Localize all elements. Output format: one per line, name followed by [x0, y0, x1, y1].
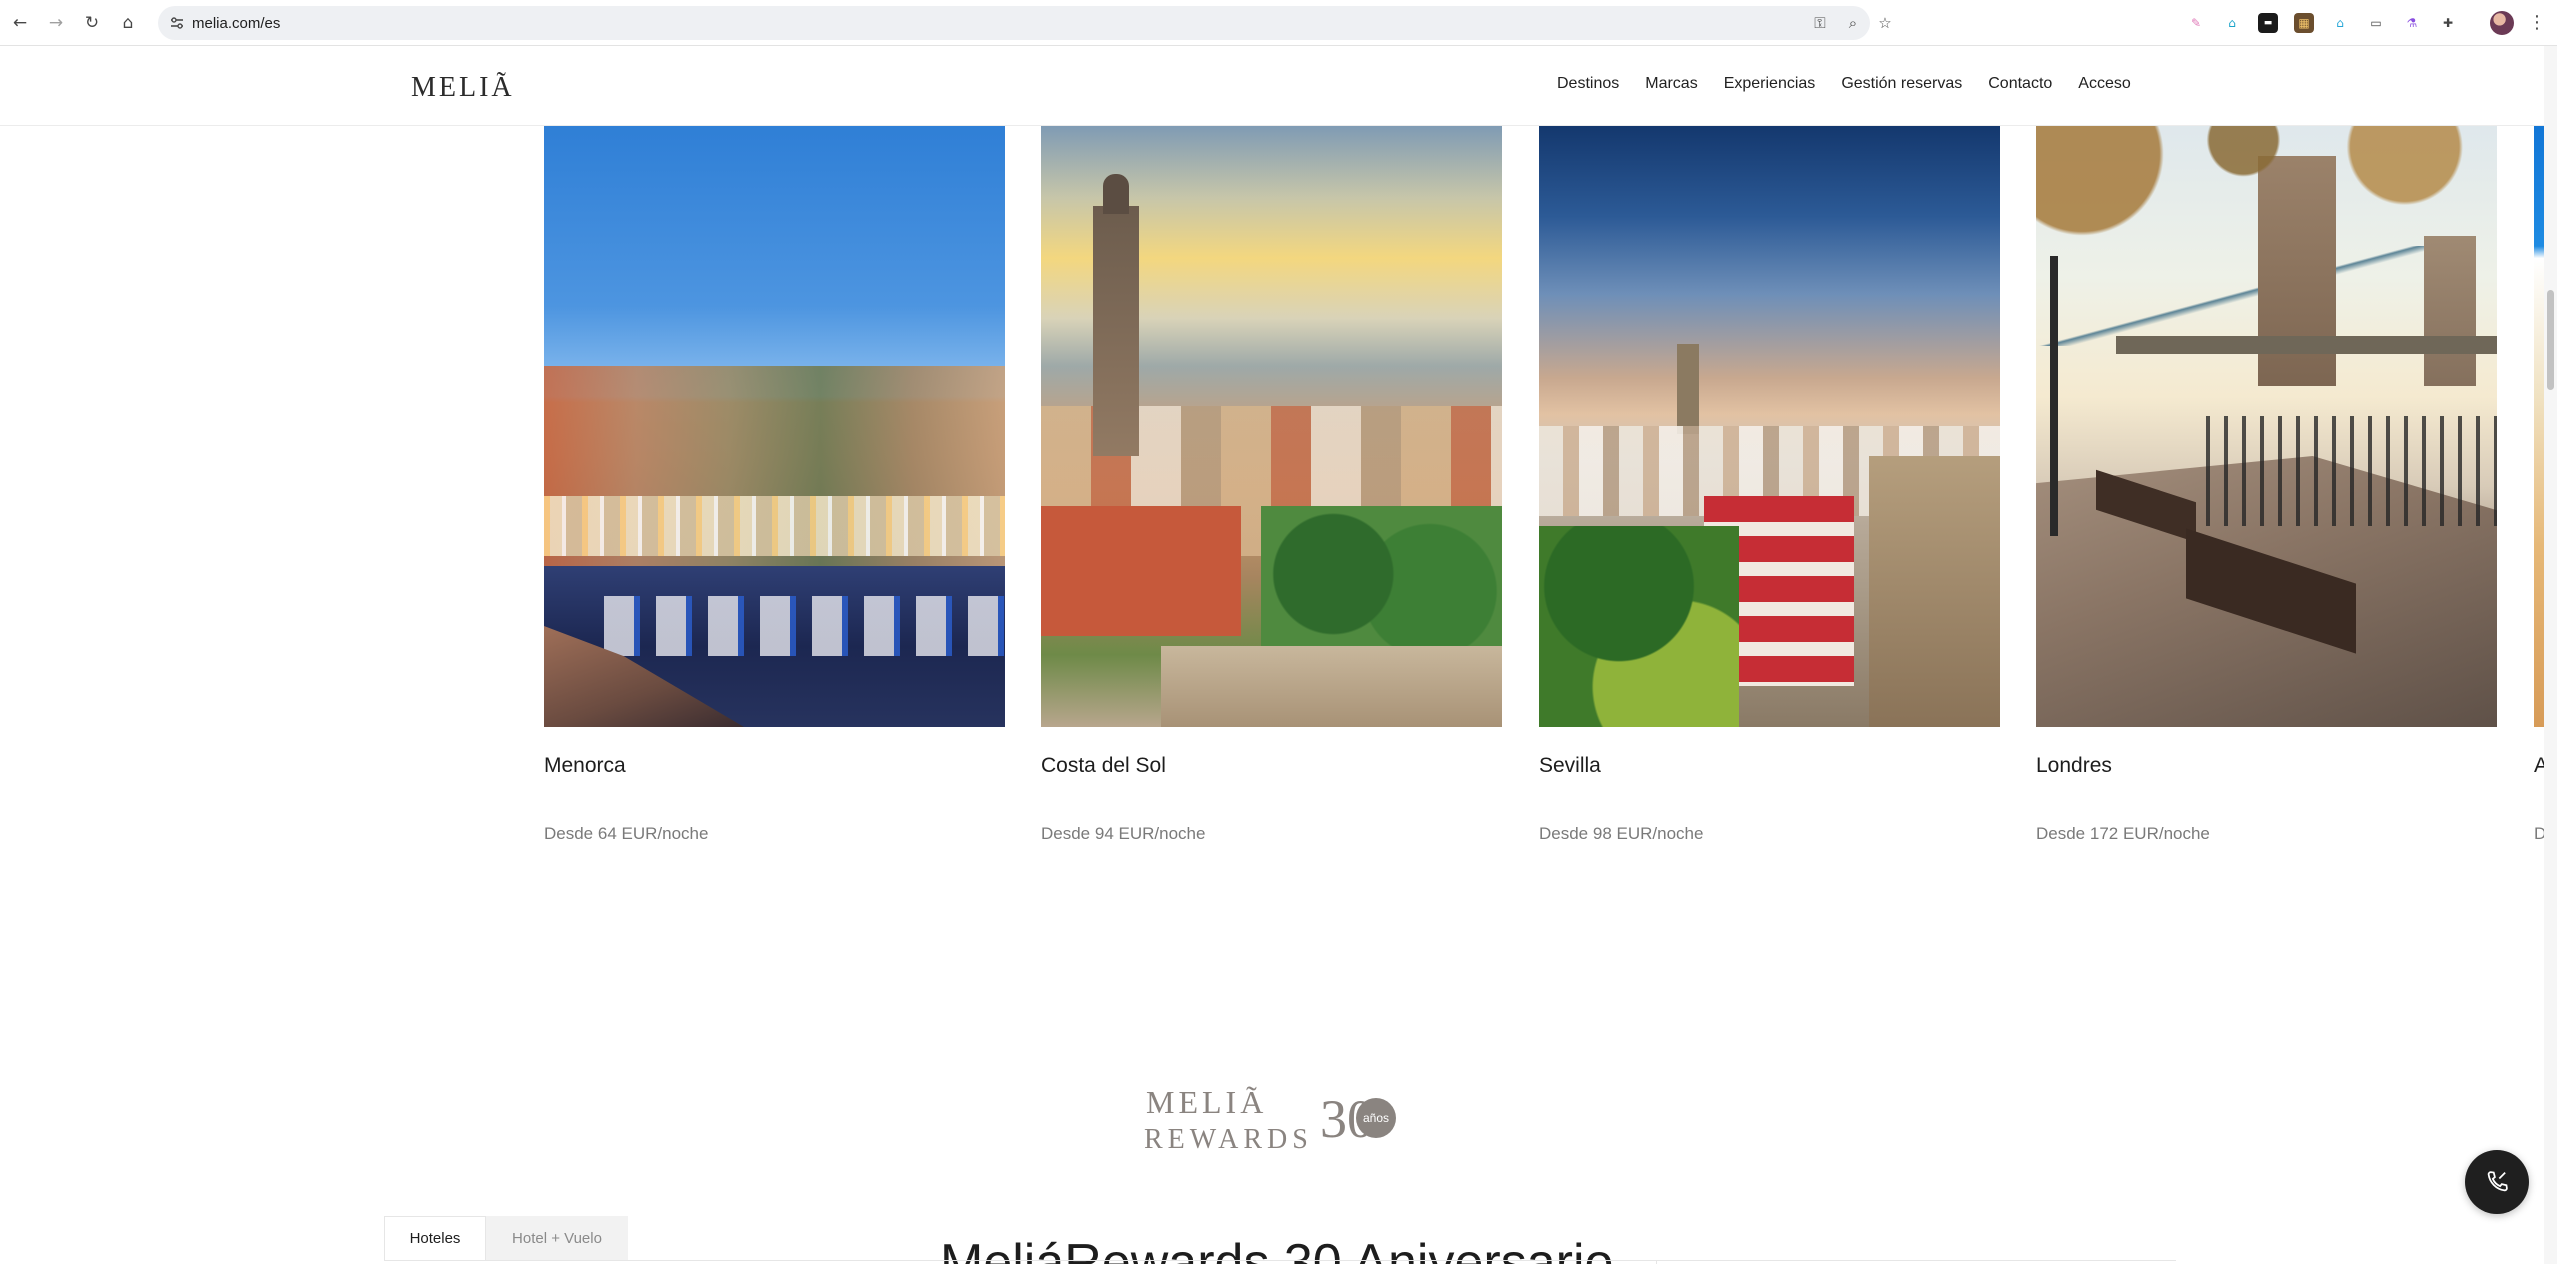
- tab-hotel-vuelo[interactable]: Hotel + Vuelo: [486, 1216, 628, 1260]
- destination-name[interactable]: Sevilla: [1539, 754, 1601, 778]
- bookmark-star-icon[interactable]: ☆: [1876, 14, 1894, 32]
- site-header: MELIÃ Destinos Marcas Experiencias Gesti…: [0, 46, 2544, 126]
- destination-card-costa-del-sol[interactable]: Costa del Sol Desde 94 EUR/noche: [1041, 126, 1502, 843]
- nav-experiencias[interactable]: Experiencias: [1724, 75, 1816, 93]
- extensions-puzzle-icon[interactable]: ✚: [2438, 13, 2458, 33]
- nav-contacto[interactable]: Contacto: [1988, 75, 2052, 93]
- extension-grid-icon[interactable]: ▦: [2294, 13, 2314, 33]
- destination-price: D: [2534, 824, 2544, 843]
- destination-card-londres[interactable]: Londres Desde 172 EUR/noche: [2036, 126, 2497, 843]
- destination-price: Desde 172 EUR/noche: [2036, 824, 2210, 843]
- profile-avatar[interactable]: [2490, 11, 2514, 35]
- partial-photo[interactable]: [2534, 126, 2544, 727]
- phone-icon: [2487, 1171, 2508, 1192]
- back-arrow-icon[interactable]: ←: [8, 11, 32, 35]
- zoom-icon[interactable]: ⌕: [1844, 14, 1862, 32]
- browser-toolbar: ← → ↻ ⌂ melia.com/es ⚿ ⌕ ☆ ✎ ⌂ ▬ ▦ ⌂ ▭ ⚗…: [0, 0, 2557, 46]
- reload-icon[interactable]: ↻: [80, 11, 104, 35]
- nav-gestion-reservas[interactable]: Gestión reservas: [1841, 75, 1962, 93]
- page-scrollbar[interactable]: [2544, 46, 2557, 1264]
- extension-terminal-icon[interactable]: ▬: [2258, 13, 2278, 33]
- extension-house-icon[interactable]: ⌂: [2222, 13, 2242, 33]
- destination-card-menorca[interactable]: Menorca Desde 64 EUR/noche: [544, 126, 1005, 843]
- scrollbar-thumb[interactable]: [2547, 290, 2554, 390]
- panel-border: [384, 1260, 2176, 1264]
- nav-marcas[interactable]: Marcas: [1645, 75, 1697, 93]
- menorca-photo[interactable]: [544, 126, 1005, 727]
- rewards-brand: MELIÃ: [1146, 1084, 1268, 1120]
- destination-name[interactable]: A: [2534, 754, 2544, 778]
- rewards-program: REWARDS: [1144, 1124, 1313, 1155]
- extension-house-blue-icon[interactable]: ⌂: [2330, 13, 2350, 33]
- panel-divider: [1656, 1260, 1657, 1264]
- destination-card-partial[interactable]: [2534, 126, 2544, 727]
- destination-price: Desde 98 EUR/noche: [1539, 824, 1704, 843]
- sevilla-photo[interactable]: [1539, 126, 2000, 727]
- destination-card-sevilla[interactable]: Sevilla Desde 98 EUR/noche: [1539, 126, 2000, 843]
- forward-arrow-icon[interactable]: →: [44, 11, 68, 35]
- call-button[interactable]: [2465, 1150, 2529, 1214]
- browser-menu-icon[interactable]: ⋮: [2527, 11, 2547, 35]
- extension-monitor-icon[interactable]: ▭: [2366, 13, 2386, 33]
- nav-destinos[interactable]: Destinos: [1557, 75, 1619, 93]
- destination-name[interactable]: Londres: [2036, 754, 2112, 778]
- home-icon[interactable]: ⌂: [116, 11, 140, 35]
- password-key-icon[interactable]: ⚿: [1811, 14, 1829, 32]
- extension-flask-icon[interactable]: ⚗: [2402, 13, 2422, 33]
- main-navigation: Destinos Marcas Experiencias Gestión res…: [1557, 75, 2157, 93]
- address-bar[interactable]: melia.com/es ⚿ ⌕ ☆: [158, 6, 1892, 40]
- booking-search-panel: Hoteles Hotel + Vuelo: [384, 1216, 2176, 1264]
- melia-logo[interactable]: MELIÃ: [411, 72, 515, 104]
- anniversary-suffix: años: [1356, 1098, 1396, 1138]
- destination-price: Desde 64 EUR/noche: [544, 824, 709, 843]
- destination-price: Desde 94 EUR/noche: [1041, 824, 1206, 843]
- destination-name[interactable]: Menorca: [544, 754, 626, 778]
- url-text[interactable]: melia.com/es: [192, 15, 280, 32]
- nav-acceso[interactable]: Acceso: [2078, 75, 2130, 93]
- extension-pen-icon[interactable]: ✎: [2186, 13, 2206, 33]
- melia-rewards-logo: MELIÃ REWARDS 30 años: [1144, 1084, 1414, 1155]
- costa-del-sol-photo[interactable]: [1041, 126, 1502, 727]
- londres-photo[interactable]: [2036, 126, 2497, 727]
- site-info-icon[interactable]: [168, 14, 186, 32]
- tab-hoteles[interactable]: Hoteles: [384, 1216, 486, 1260]
- destination-name[interactable]: Costa del Sol: [1041, 754, 1166, 778]
